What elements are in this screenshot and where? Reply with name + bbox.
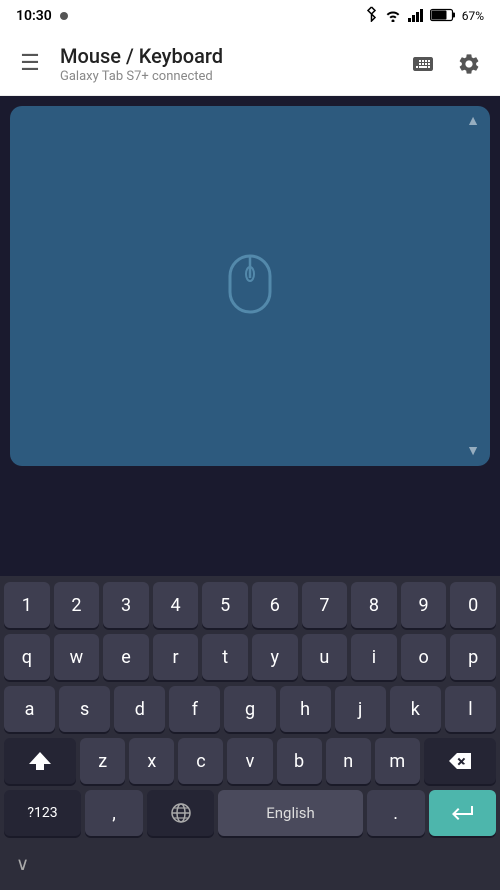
key-5[interactable]: 5 [202,582,248,628]
key-7[interactable]: 7 [302,582,348,628]
key-k[interactable]: k [390,686,441,732]
key-8[interactable]: 8 [351,582,397,628]
bottom-row: ?123 , English . [4,790,496,836]
hide-keyboard-button[interactable]: ∨ [16,854,29,875]
number-row: 1 2 3 4 5 6 7 8 9 0 [4,582,496,628]
key-p[interactable]: p [450,634,496,680]
key-v[interactable]: v [227,738,272,784]
key-l[interactable]: l [445,686,496,732]
status-bar-right: 67% [365,6,484,26]
key-f[interactable]: f [169,686,220,732]
period-key[interactable]: . [367,790,425,836]
key-q[interactable]: q [4,634,50,680]
symbol-key[interactable]: ?123 [4,790,81,836]
battery-icon [430,7,456,26]
key-j[interactable]: j [335,686,386,732]
key-9[interactable]: 9 [401,582,447,628]
app-bar-title-block: Mouse / Keyboard Galaxy Tab S7+ connecte… [60,44,392,84]
mouse-cursor-icon [226,252,274,320]
key-c[interactable]: c [178,738,223,784]
backspace-key[interactable] [424,738,496,784]
key-s[interactable]: s [59,686,110,732]
scroll-up-arrow[interactable]: ▲ [466,114,480,128]
key-4[interactable]: 4 [153,582,199,628]
app-subtitle: Galaxy Tab S7+ connected [60,69,392,84]
key-z[interactable]: z [80,738,125,784]
key-1[interactable]: 1 [4,582,50,628]
key-g[interactable]: g [224,686,275,732]
key-b[interactable]: b [277,738,322,784]
status-bar-left: 10:30 [16,8,68,24]
key-r[interactable]: r [153,634,199,680]
trackpad-area[interactable]: ▲ ▼ [10,106,490,466]
signal-icon [408,7,424,26]
enter-key[interactable] [429,790,496,836]
space-key[interactable]: English [218,790,362,836]
key-m[interactable]: m [375,738,420,784]
key-i[interactable]: i [351,634,397,680]
key-u[interactable]: u [302,634,348,680]
key-2[interactable]: 2 [54,582,100,628]
key-d[interactable]: d [114,686,165,732]
wifi-icon [384,7,402,26]
globe-key[interactable] [147,790,214,836]
battery-percent: 67% [462,9,484,23]
key-w[interactable]: w [54,634,100,680]
key-n[interactable]: n [326,738,371,784]
key-h[interactable]: h [280,686,331,732]
key-x[interactable]: x [129,738,174,784]
key-e[interactable]: e [103,634,149,680]
key-a[interactable]: a [4,686,55,732]
shift-key[interactable] [4,738,76,784]
status-indicator-dot [60,12,68,20]
app-bar: ☰ Mouse / Keyboard Galaxy Tab S7+ connec… [0,32,500,96]
key-0[interactable]: 0 [450,582,496,628]
keyboard-container: 1 2 3 4 5 6 7 8 9 0 q w e r t y u i o p … [0,576,500,890]
qwerty-row: q w e r t y u i o p [4,634,496,680]
status-time: 10:30 [16,8,52,24]
settings-icon[interactable] [450,45,488,83]
key-6[interactable]: 6 [252,582,298,628]
key-y[interactable]: y [252,634,298,680]
key-o[interactable]: o [401,634,447,680]
app-bar-actions [404,45,488,83]
asdf-row: a s d f g h j k l [4,686,496,732]
menu-button[interactable]: ☰ [12,51,48,76]
comma-key[interactable]: , [85,790,143,836]
keyboard-icon[interactable] [404,45,442,83]
scroll-down-arrow[interactable]: ▼ [466,444,480,458]
bluetooth-icon [365,6,378,26]
status-bar: 10:30 [0,0,500,32]
app-title: Mouse / Keyboard [60,44,392,68]
key-t[interactable]: t [202,634,248,680]
zxcv-row: z x c v b n m [4,738,496,784]
keyboard-bottom-bar: ∨ [4,842,496,886]
key-3[interactable]: 3 [103,582,149,628]
